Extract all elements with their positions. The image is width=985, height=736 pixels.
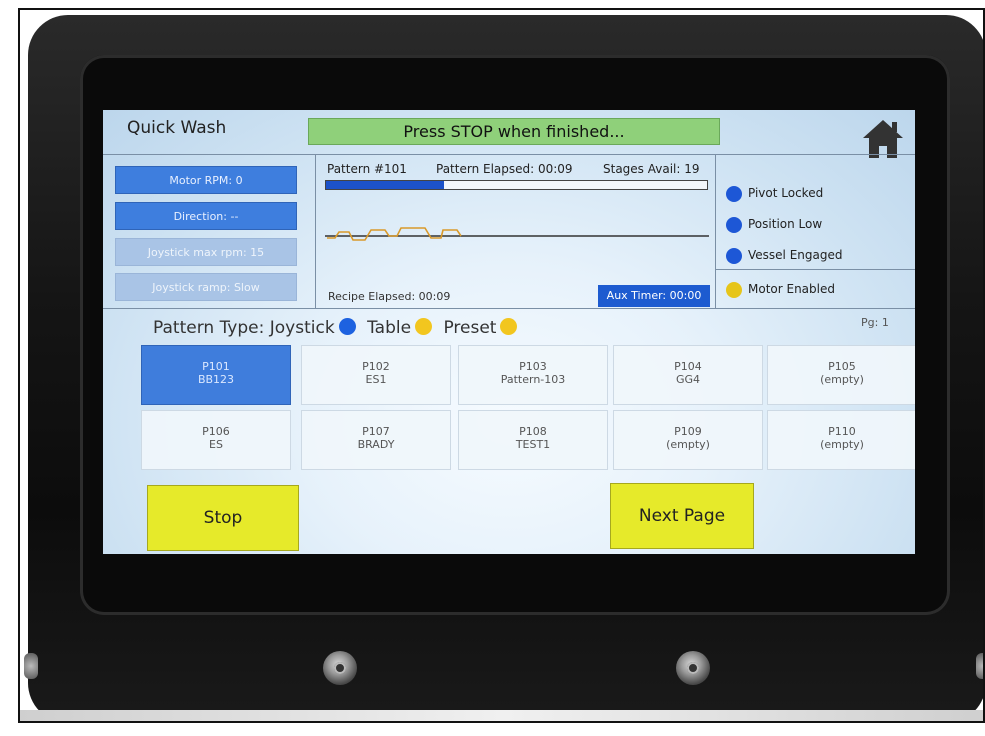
pattern-tile-p105[interactable]: P105 (empty) <box>767 345 915 405</box>
aux-timer-button[interactable]: Aux Timer: 00:00 <box>598 285 710 307</box>
pattern-tile-name: (empty) <box>820 373 864 386</box>
pattern-tile-p101[interactable]: P101 BB123 <box>141 345 291 405</box>
pattern-type-selector: Pattern Type: Joystick Table Preset <box>153 318 523 338</box>
divider <box>103 308 915 309</box>
preset-radio-icon[interactable] <box>500 318 518 335</box>
indicator-position-low: Position Low <box>726 215 822 233</box>
pattern-tile-name: (empty) <box>820 438 864 451</box>
photo-frame: Quick Wash Press STOP when finished... M… <box>18 8 985 723</box>
indicator-label: Pivot Locked <box>748 186 824 200</box>
pattern-number: Pattern #101 <box>327 162 407 176</box>
divider <box>715 154 716 308</box>
recipe-elapsed: Recipe Elapsed: 00:09 <box>328 290 451 303</box>
pattern-tile-p109[interactable]: P109 (empty) <box>613 410 763 470</box>
touch-screen: Quick Wash Press STOP when finished... M… <box>103 110 915 554</box>
pattern-tile-id: P110 <box>828 425 856 438</box>
pattern-elapsed: Pattern Elapsed: 00:09 <box>436 162 573 176</box>
pattern-tile-name: GG4 <box>675 373 701 386</box>
right-screw <box>676 651 710 685</box>
left-screw <box>323 651 357 685</box>
pattern-tile-p103[interactable]: P103 Pattern-103 <box>458 345 608 405</box>
pattern-tile-name: BRADY <box>357 438 395 451</box>
indicator-label: Vessel Engaged <box>748 248 843 262</box>
indicator-dot-icon <box>726 216 742 233</box>
indicator-dot-icon <box>726 247 742 264</box>
status-banner: Press STOP when finished... <box>308 118 720 145</box>
stages-avail: Stages Avail: 19 <box>603 162 700 176</box>
pattern-progress-fill <box>326 181 445 189</box>
pattern-tile-id: P106 <box>202 425 230 438</box>
pattern-type-preset-label: Preset <box>443 318 497 338</box>
joystick-maxrpm-button[interactable]: Joystick max rpm: 15 <box>115 238 297 266</box>
indicator-dot-icon <box>726 185 742 202</box>
bottom-strip <box>20 710 983 721</box>
pattern-tile-p104[interactable]: P104 GG4 <box>613 345 763 405</box>
indicator-vessel-engaged: Vessel Engaged <box>726 246 842 264</box>
pattern-tile-name: ES1 <box>365 373 387 386</box>
pattern-tile-id: P104 <box>674 360 702 373</box>
pattern-tile-p108[interactable]: P108 TEST1 <box>458 410 608 470</box>
divider <box>103 154 915 155</box>
indicator-dot-icon <box>726 281 742 298</box>
indicator-label: Position Low <box>748 217 823 231</box>
pattern-tile-name: (empty) <box>666 438 710 451</box>
pattern-tile-id: P102 <box>362 360 390 373</box>
stop-button[interactable]: Stop <box>147 485 299 551</box>
indicator-pivot-locked: Pivot Locked <box>726 184 823 202</box>
pattern-type-label: Pattern Type: <box>153 318 265 338</box>
pattern-tile-id: P108 <box>519 425 547 438</box>
pattern-tile-p102[interactable]: P102 ES1 <box>301 345 451 405</box>
pattern-tile-name: ES <box>209 438 223 451</box>
divider <box>715 269 915 270</box>
pattern-tile-p106[interactable]: P106 ES <box>141 410 291 470</box>
pattern-type-joystick-label: Joystick <box>269 318 335 338</box>
screen-header: Quick Wash Press STOP when finished... <box>103 110 915 158</box>
indicator-label: Motor Enabled <box>748 282 835 296</box>
pattern-type-table-label: Table <box>367 318 412 338</box>
app-title: Quick Wash <box>127 118 227 138</box>
right-edge-screw <box>976 653 983 679</box>
table-radio-icon[interactable] <box>415 318 433 335</box>
pattern-tile-name: BB123 <box>197 373 235 386</box>
pattern-tile-id: P101 <box>202 360 230 373</box>
pattern-tile-id: P105 <box>828 360 856 373</box>
joystick-radio-icon[interactable] <box>338 318 356 335</box>
pattern-progress-bar <box>325 180 708 190</box>
pattern-tile-name: Pattern-103 <box>500 373 566 386</box>
motor-rpm-display: Motor RPM: 0 <box>115 166 297 194</box>
pattern-tile-id: P109 <box>674 425 702 438</box>
pattern-tile-name: TEST1 <box>515 438 551 451</box>
pattern-tile-p110[interactable]: P110 (empty) <box>767 410 915 470</box>
pattern-waveform <box>325 227 709 241</box>
next-page-button[interactable]: Next Page <box>610 483 754 549</box>
divider <box>315 154 316 308</box>
pattern-tile-id: P103 <box>519 360 547 373</box>
pattern-tile-id: P107 <box>362 425 390 438</box>
left-edge-screw <box>24 653 38 679</box>
direction-display: Direction: -- <box>115 202 297 230</box>
indicator-motor-enabled: Motor Enabled <box>726 280 835 298</box>
page-number: Pg: 1 <box>861 316 889 329</box>
pattern-tile-p107[interactable]: P107 BRADY <box>301 410 451 470</box>
joystick-ramp-button[interactable]: Joystick ramp: Slow <box>115 273 297 301</box>
